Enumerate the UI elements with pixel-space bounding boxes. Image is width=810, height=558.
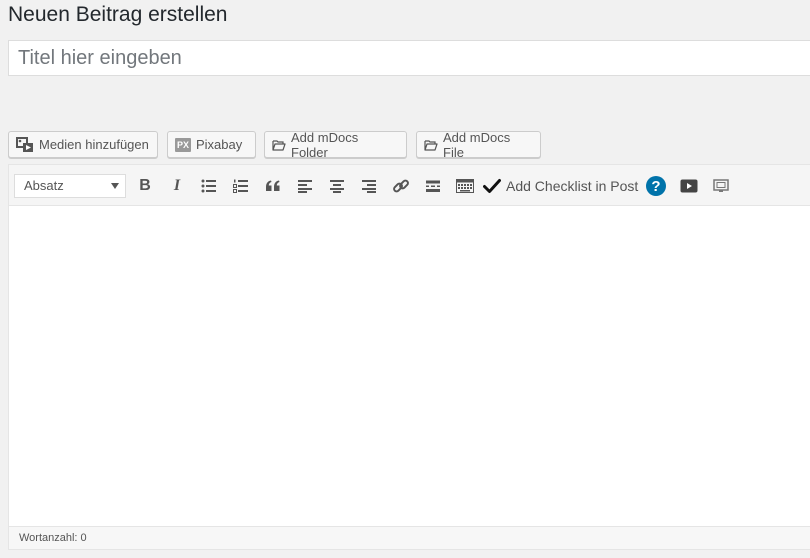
align-left-icon bbox=[298, 180, 312, 193]
word-count: Wortanzahl: 0 bbox=[19, 532, 87, 544]
insert-slideshow-button[interactable] bbox=[709, 174, 733, 198]
italic-icon: I bbox=[173, 177, 181, 194]
bold-icon: B bbox=[139, 177, 151, 194]
add-mdocs-file-label: Add mDocs File bbox=[443, 129, 511, 160]
post-editor: Absatz B I Add Checklist in Post ? Worta… bbox=[8, 164, 810, 550]
slideshow-icon bbox=[713, 179, 729, 192]
align-center-button[interactable] bbox=[325, 174, 349, 198]
pixabay-badge: PX bbox=[176, 139, 189, 150]
insert-more-button[interactable] bbox=[421, 174, 445, 198]
checkmark-icon bbox=[483, 178, 501, 194]
bold-button[interactable]: B bbox=[133, 174, 157, 198]
folder-open-icon bbox=[272, 139, 286, 151]
pixabay-label: Pixabay bbox=[196, 137, 243, 152]
toolbar-toggle-button[interactable] bbox=[453, 174, 477, 198]
blockquote-button[interactable] bbox=[261, 174, 285, 198]
chevron-down-icon bbox=[111, 183, 119, 189]
add-mdocs-folder-button[interactable]: Add mDocs Folder bbox=[264, 129, 407, 160]
quote-icon bbox=[266, 180, 280, 191]
align-left-button[interactable] bbox=[293, 174, 317, 198]
insert-video-button[interactable] bbox=[677, 174, 701, 198]
bullet-list-button[interactable] bbox=[197, 174, 221, 198]
align-center-icon bbox=[330, 180, 344, 193]
page-title: Neuen Beitrag erstellen bbox=[8, 3, 228, 26]
editor-status-bar: Wortanzahl: 0 bbox=[9, 526, 810, 549]
format-select[interactable]: Absatz bbox=[14, 174, 126, 198]
numbered-list-icon bbox=[233, 179, 248, 193]
editor-toolbar: Absatz B I Add Checklist in Post ? bbox=[9, 165, 810, 206]
post-title-field-wrapper bbox=[8, 40, 810, 76]
add-mdocs-folder-label: Add mDocs Folder bbox=[291, 129, 359, 160]
media-icon bbox=[16, 136, 34, 153]
pixabay-icon: PX bbox=[175, 137, 191, 152]
add-media-label: Medien hinzufügen bbox=[39, 137, 149, 152]
editor-content-area[interactable] bbox=[9, 206, 810, 527]
folder-open-icon bbox=[424, 139, 438, 151]
add-media-button[interactable]: Medien hinzufügen bbox=[8, 131, 158, 158]
help-button[interactable]: ? bbox=[644, 174, 668, 198]
italic-button[interactable]: I bbox=[165, 174, 189, 198]
numbered-list-button[interactable] bbox=[229, 174, 253, 198]
video-play-icon bbox=[680, 179, 698, 193]
add-mdocs-file-button[interactable]: Add mDocs File bbox=[416, 129, 541, 160]
read-more-icon bbox=[426, 180, 440, 192]
add-checklist-label: Add Checklist in Post bbox=[506, 178, 639, 194]
help-icon: ? bbox=[646, 176, 666, 196]
pixabay-button[interactable]: PX Pixabay bbox=[167, 131, 256, 158]
post-title-input[interactable] bbox=[9, 41, 810, 75]
bullet-list-icon bbox=[201, 179, 216, 193]
add-checklist-button[interactable]: Add Checklist in Post bbox=[483, 174, 638, 198]
align-right-icon bbox=[362, 180, 376, 193]
align-right-button[interactable] bbox=[357, 174, 381, 198]
link-icon bbox=[393, 179, 409, 193]
keyboard-icon bbox=[456, 179, 474, 193]
help-icon-glyph: ? bbox=[651, 177, 661, 195]
insert-link-button[interactable] bbox=[389, 174, 413, 198]
format-select-value: Absatz bbox=[24, 178, 64, 193]
